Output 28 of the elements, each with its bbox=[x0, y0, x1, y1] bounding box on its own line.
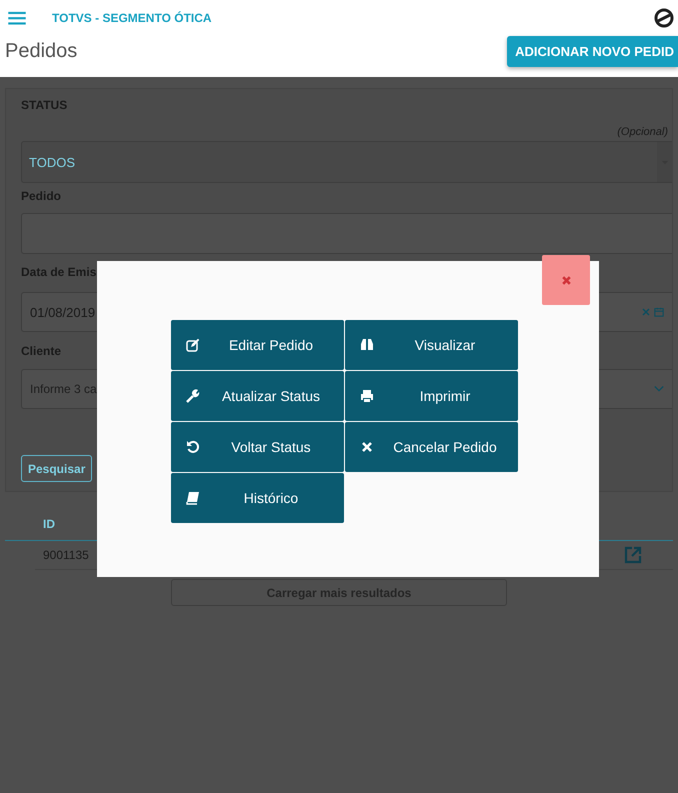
app-title: TOTVS - SEGMENTO ÓTICA bbox=[52, 11, 212, 25]
binoculars-icon bbox=[360, 338, 374, 352]
undo-icon bbox=[186, 440, 200, 454]
close-icon bbox=[560, 274, 572, 286]
action-button[interactable]: Editar Pedido bbox=[171, 320, 344, 370]
action-button[interactable]: Histórico bbox=[171, 473, 344, 523]
action-button[interactable]: Cancelar Pedido bbox=[345, 422, 518, 472]
status-select[interactable]: TODOS bbox=[21, 141, 672, 183]
printer-icon bbox=[360, 389, 374, 403]
book-icon bbox=[186, 491, 200, 505]
logo-icon bbox=[654, 8, 674, 28]
column-header: ID bbox=[43, 517, 55, 531]
edit-icon bbox=[186, 338, 200, 352]
wrench-icon bbox=[186, 389, 200, 403]
chevron-down-icon bbox=[654, 384, 664, 394]
open-external-icon[interactable] bbox=[623, 545, 643, 565]
search-button[interactable]: Pesquisar bbox=[21, 455, 92, 482]
clear-icon[interactable] bbox=[641, 307, 651, 317]
page-title: Pedidos bbox=[5, 40, 78, 63]
action-button[interactable]: Voltar Status bbox=[171, 422, 344, 472]
close-button[interactable] bbox=[542, 255, 590, 305]
action-button[interactable]: Atualizar Status bbox=[171, 371, 344, 421]
menu-icon[interactable] bbox=[8, 11, 26, 25]
action-button[interactable]: Visualizar bbox=[345, 320, 518, 370]
close-icon bbox=[360, 440, 374, 454]
action-button[interactable]: Imprimir bbox=[345, 371, 518, 421]
calendar-icon[interactable] bbox=[654, 307, 664, 317]
order-input[interactable] bbox=[21, 213, 672, 254]
